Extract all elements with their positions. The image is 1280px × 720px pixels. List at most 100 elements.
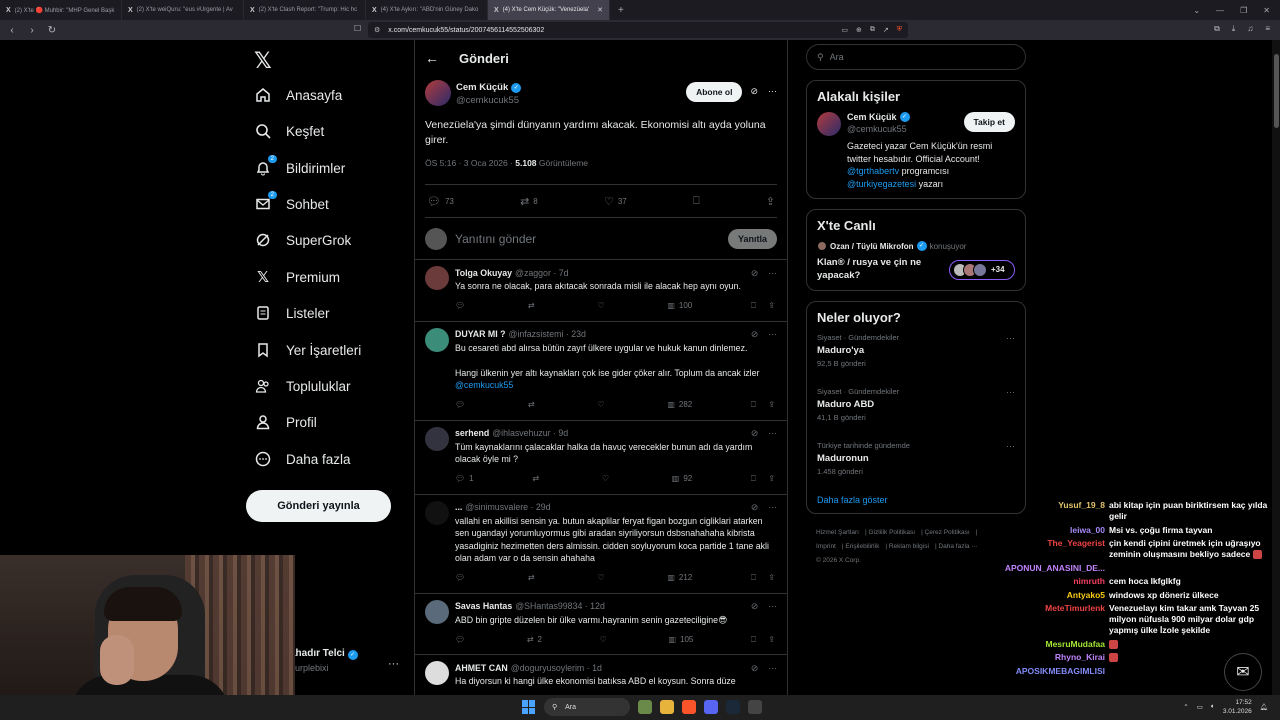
brave-browser-icon[interactable]	[682, 700, 696, 714]
bookmark-icon[interactable]: ⎕	[751, 572, 756, 585]
minimize-icon[interactable]: —	[1216, 6, 1224, 15]
bookmark-action[interactable]: ⎕	[693, 195, 700, 208]
listeners-pill[interactable]: +34	[949, 259, 1015, 280]
nav-item-communities[interactable]: Topluluklar	[254, 371, 351, 401]
repost-action[interactable]: ⇄ 8	[520, 195, 538, 208]
trend-item[interactable]: Türkiye tarihinde gündemde Maduronun 1.4…	[817, 441, 1015, 493]
mention-link[interactable]: @turkiyegazetesi	[847, 179, 916, 189]
bookmark-icon[interactable]: ⎕	[751, 473, 756, 486]
grok-icon[interactable]: ⊘	[751, 267, 758, 280]
nav-item-messages[interactable]: 2 Sohbet	[254, 189, 329, 219]
messages-fab[interactable]: ✉	[1224, 653, 1262, 691]
network-icon[interactable]: ▭	[1197, 703, 1203, 711]
notifications-icon[interactable]: 🔔︎	[1260, 703, 1268, 711]
more-icon[interactable]: ···	[1006, 387, 1015, 397]
brave-shield-icon[interactable]: ⛨	[897, 26, 902, 34]
grok-icon[interactable]: ⊘	[751, 600, 758, 613]
reply-author-name[interactable]: Savas Hantas	[455, 600, 512, 613]
reply-action[interactable]: 💬︎ 1	[455, 473, 474, 486]
avatar[interactable]	[425, 599, 449, 624]
footer-link[interactable]: Çerez Politikası	[925, 529, 970, 536]
author-handle[interactable]: @cemkucuk55	[456, 95, 521, 106]
reply-action[interactable]: 💬︎ 73	[427, 195, 454, 208]
like-action[interactable]: ♡	[597, 572, 608, 585]
system-clock[interactable]: 17:52 3.01.2026	[1223, 698, 1252, 716]
back-arrow-icon[interactable]: ←	[425, 50, 439, 66]
nav-item-home[interactable]: Anasayfa	[254, 80, 342, 110]
nav-item-lists[interactable]: Listeler	[254, 298, 330, 328]
zoom-icon[interactable]: ⊕	[856, 26, 862, 34]
url-bar[interactable]: ⚙ x.com/cemkucuk55/status/20074561145525…	[368, 22, 908, 38]
reader-icon[interactable]: ▭	[841, 26, 848, 34]
mention-link[interactable]: @cemkucuk55	[455, 380, 513, 390]
nav-item-explore[interactable]: Keşfet	[254, 116, 324, 146]
views-action[interactable]: ▥ 282	[667, 399, 692, 412]
share-icon[interactable]: ⇪	[768, 399, 775, 412]
repost-action[interactable]: ⇄	[528, 399, 539, 412]
avatar[interactable]	[425, 266, 449, 290]
share-icon[interactable]: ⇪	[768, 572, 775, 585]
views-action[interactable]: ▥ 105	[668, 634, 693, 647]
trend-item[interactable]: Siyaset · Gündemdekiler Maduro'ya 92,5 B…	[817, 333, 1015, 385]
avatar[interactable]	[425, 327, 449, 352]
trend-item[interactable]: Siyaset · Gündemdekiler Maduro ABD 41,1 …	[817, 387, 1015, 439]
reply-author-name[interactable]: DUYAR MI ?	[455, 328, 506, 341]
bookmark-icon[interactable]: ⎕	[751, 634, 756, 647]
scroll-thumb[interactable]	[1274, 54, 1279, 128]
browser-tab[interactable]: X (2) X'te Clash Report: "Trump: Hic hc	[244, 0, 366, 20]
like-action[interactable]: ♡	[597, 300, 608, 313]
browser-tab-active[interactable]: X (4) X'te Cem Küçük: "Venezüela' ✕	[488, 0, 610, 20]
bookmark-icon[interactable]: ⎕	[751, 300, 756, 313]
share-icon[interactable]: ↗	[883, 26, 889, 34]
close-window-icon[interactable]: ✕	[1263, 6, 1270, 15]
media-icon[interactable]: ♫	[1247, 24, 1253, 34]
reply-author-name[interactable]: serhend	[455, 427, 489, 440]
url-text[interactable]: x.com/cemkucuk55/status/2007456114552506…	[388, 27, 544, 34]
follow-button[interactable]: Takip et	[963, 112, 1015, 132]
browser-tab[interactable]: X (2) X'te 🔴 Muhbir: "MHP Genel Başk	[0, 0, 122, 20]
reply-action[interactable]: 💬︎	[455, 300, 469, 313]
show-more-link[interactable]: Daha fazla göster	[817, 495, 1015, 505]
account-menu-icon[interactable]: ···	[388, 658, 399, 670]
nav-item-bookmarks[interactable]: Yer İşaretleri	[254, 335, 361, 365]
account-switcher[interactable]: ahadır Telci ✓ purplebixi	[290, 648, 358, 673]
share-action[interactable]: ⇪	[766, 195, 775, 208]
more-icon[interactable]: ···	[768, 600, 777, 613]
more-icon[interactable]: ···	[768, 328, 777, 341]
chevron-up-icon[interactable]: ⌃	[1183, 703, 1188, 711]
footer-link[interactable]: Hizmet Şartları	[816, 529, 859, 536]
grok-icon[interactable]: ⊘	[751, 427, 758, 440]
reply-item[interactable]: DUYAR MI ? @infazsistemi · 23d ⊘ ··· Bu cesa…	[415, 322, 787, 421]
more-icon[interactable]: ···	[768, 267, 777, 280]
avatar[interactable]	[425, 80, 451, 106]
footer-link[interactable]: Gizlilik Politikası	[868, 529, 915, 536]
bookmark-page-icon[interactable]: ☐	[354, 24, 361, 33]
nav-item-notifications[interactable]: 2 Bildirimler	[254, 153, 345, 183]
menu-icon[interactable]: ≡	[1265, 24, 1270, 34]
grok-icon[interactable]: ⊘	[751, 501, 758, 514]
reply-author-name[interactable]: Tolga Okuyay	[455, 267, 512, 280]
windows-start-icon[interactable]	[522, 700, 536, 714]
reply-item[interactable]: serhend @ihlasvehuzur · 9d ⊘ ··· Tüm kaynakl…	[415, 421, 787, 495]
reply-author-name[interactable]: AHMET CAN	[455, 662, 508, 675]
app-icon[interactable]	[748, 700, 762, 714]
steam-icon[interactable]	[726, 700, 740, 714]
discord-icon[interactable]	[704, 700, 718, 714]
reply-item[interactable]: ... @sinimusvalere · 29d ⊘ ··· vallahi en ak…	[415, 495, 787, 594]
reply-action[interactable]: 💬︎	[455, 634, 469, 647]
more-icon[interactable]: ···	[768, 501, 777, 514]
share-icon[interactable]: ⇪	[768, 473, 775, 486]
browser-tab[interactable]: X (2) X'te weiQuru: "eus #Urgente | Av	[122, 0, 244, 20]
widgets-icon[interactable]	[638, 700, 652, 714]
like-action[interactable]: ♡ 37	[604, 195, 627, 208]
like-action[interactable]: ♡	[602, 473, 613, 486]
downloads-icon[interactable]: ⤓	[1232, 24, 1236, 34]
extensions-icon[interactable]: ⧉	[1214, 24, 1220, 34]
share-icon[interactable]: ⇪	[768, 634, 775, 647]
mention-link[interactable]: @tgrthabertv	[847, 166, 899, 176]
grok-icon[interactable]: ⊘	[751, 662, 758, 675]
search-input[interactable]: ⚲ Ara	[806, 44, 1026, 70]
reply-action[interactable]: 💬︎	[455, 572, 469, 585]
subscribe-button[interactable]: Abone ol	[686, 82, 743, 102]
more-icon[interactable]: ···	[1006, 333, 1015, 343]
